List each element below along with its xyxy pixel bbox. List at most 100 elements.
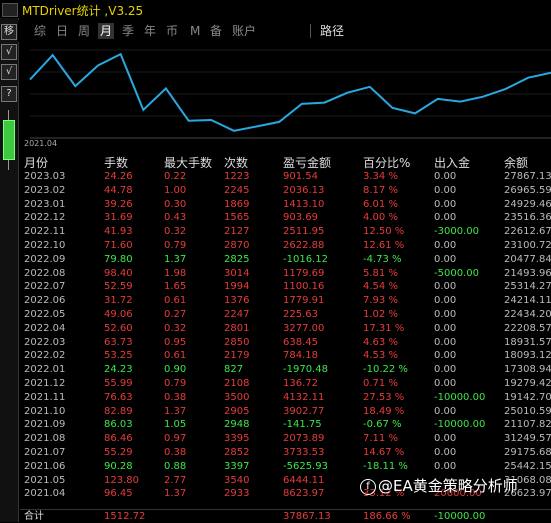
row-balance: 21107.82 [504, 419, 551, 431]
row-count: 3014 [224, 267, 250, 279]
row-profit: 6444.11 [283, 474, 325, 486]
tab-quarter[interactable]: 季 [122, 23, 134, 39]
row-count: 2948 [224, 419, 250, 431]
row-deposit: 0.00 [434, 378, 457, 389]
row-profit: 3277.00 [283, 322, 325, 334]
row-profit: 2511.95 [283, 226, 325, 238]
row-month: 2022.10 [24, 240, 66, 251]
check-button-2[interactable]: √ [1, 64, 17, 80]
help-button[interactable]: ? [1, 86, 17, 102]
row-deposit: 0.00 [434, 281, 457, 293]
row-lots: 63.73 [104, 336, 133, 348]
row-month: 2022.02 [24, 350, 66, 362]
row-month: 2021.05 [24, 474, 66, 486]
row-month: 2023.03 [24, 171, 66, 182]
row-balance: 19142.70 [504, 391, 551, 403]
green-candle-icon [3, 120, 15, 160]
row-lots: 86.46 [104, 433, 133, 445]
check-button-1[interactable]: √ [1, 44, 17, 60]
row-balance: 26965.59 [504, 184, 551, 196]
row-month: 2022.08 [24, 267, 66, 279]
row-balance: 18931.57 [504, 336, 551, 348]
row-lots: 82.89 [104, 405, 133, 417]
row-month: 2021.09 [24, 419, 66, 431]
row-lots: 24.23 [104, 364, 133, 376]
total-label: 合计 [24, 511, 44, 522]
row-profit: 225.63 [283, 309, 318, 320]
row-deposit: 0.00 [434, 171, 457, 182]
table-row: 2022.10 71.60 0.79 2870 2622.88 12.61 % 0.00 23… [20, 239, 551, 252]
row-profit: 136.72 [283, 378, 318, 389]
row-balance: 17308.94 [504, 364, 551, 376]
row-month: 2021.08 [24, 433, 66, 445]
tab-m[interactable]: M [190, 23, 200, 39]
row-count: 1376 [224, 295, 250, 307]
weibo-icon: f [360, 478, 376, 495]
move-button[interactable]: 移 [1, 24, 17, 40]
row-count: 1223 [224, 171, 250, 182]
tab-year[interactable]: 年 [144, 23, 156, 39]
row-month: 2022.03 [24, 336, 66, 348]
left-toolbar: 移 √ √ ? [0, 18, 19, 522]
row-lots: 31.69 [104, 212, 133, 224]
table-row: 2021.06 90.28 0.88 3397 -5625.93 -18.11 % 0.00… [20, 460, 551, 473]
tab-week[interactable]: 周 [78, 23, 90, 39]
tab-day[interactable]: 日 [56, 23, 68, 39]
row-month: 2021.06 [24, 460, 66, 472]
row-lots: 53.25 [104, 350, 133, 362]
tab-path[interactable]: 路径 [320, 23, 344, 39]
row-deposit: 0.00 [434, 364, 457, 376]
row-lots: 24.26 [104, 171, 133, 182]
row-count: 3395 [224, 433, 250, 445]
total-percent: 186.66 % [363, 511, 411, 522]
tab-month[interactable]: 月 [98, 23, 115, 39]
row-deposit: 0.00 [434, 240, 457, 251]
row-balance: 24214.11 [504, 295, 551, 307]
row-max-lots: 0.95 [164, 336, 187, 348]
table-row: 2022.11 41.93 0.32 2127 2511.95 12.50 % -3000.… [20, 225, 551, 238]
row-count: 2245 [224, 184, 250, 196]
row-count: 2850 [224, 336, 250, 348]
table-row: 2022.09 79.80 1.37 2825 -1016.12 -4.73 % 0.00 2… [20, 253, 551, 266]
row-max-lots: 1.05 [164, 419, 187, 431]
table-row: 2021.10 82.89 1.37 2905 3902.77 18.49 % 0.00 25… [20, 405, 551, 418]
row-lots: 79.80 [104, 253, 133, 265]
row-max-lots: 0.32 [164, 226, 187, 238]
row-deposit: 0.00 [434, 212, 457, 224]
row-count: 2801 [224, 322, 250, 334]
row-profit: 903.69 [283, 212, 318, 224]
row-lots: 90.28 [104, 460, 133, 472]
row-month: 2021.10 [24, 405, 66, 417]
tab-currency[interactable]: 币 [166, 23, 178, 39]
row-profit: 3902.77 [283, 405, 325, 417]
row-profit: 784.18 [283, 350, 318, 362]
row-balance: 18093.12 [504, 350, 551, 362]
row-profit: -141.75 [283, 419, 322, 431]
row-deposit: 0.00 [434, 336, 457, 348]
row-max-lots: 0.30 [164, 198, 187, 210]
row-percent: 4.54 % [363, 281, 398, 293]
row-deposit: 0.00 [434, 253, 457, 265]
row-deposit: 0.00 [434, 322, 457, 334]
header-max-lots: 最大手数 [164, 156, 213, 170]
row-lots: 86.03 [104, 419, 133, 431]
row-max-lots: 0.61 [164, 350, 187, 362]
row-balance: 24929.46 [504, 198, 551, 210]
title-bar: MTDriver统计 ,V3.25 [0, 0, 551, 18]
row-count: 1565 [224, 212, 250, 224]
tab-summary[interactable]: 综 [34, 23, 46, 39]
total-lots: 1512.72 [104, 511, 146, 522]
row-count: 2905 [224, 405, 250, 417]
row-count: 827 [224, 364, 244, 376]
tab-backup[interactable]: 备 [210, 23, 222, 39]
row-percent: -4.73 % [363, 253, 402, 265]
tab-account[interactable]: 账户 [232, 23, 256, 39]
table-row: 2021.09 86.03 1.05 2948 -141.75 -0.67 % -10000… [20, 418, 551, 431]
row-balance: 23516.36 [504, 212, 551, 224]
row-profit: 8623.97 [283, 488, 325, 500]
row-lots: 96.45 [104, 488, 133, 500]
row-month: 2022.12 [24, 212, 66, 224]
row-deposit: 0.00 [434, 198, 457, 210]
row-deposit: 0.00 [434, 295, 457, 307]
row-deposit: 0.00 [434, 309, 457, 320]
